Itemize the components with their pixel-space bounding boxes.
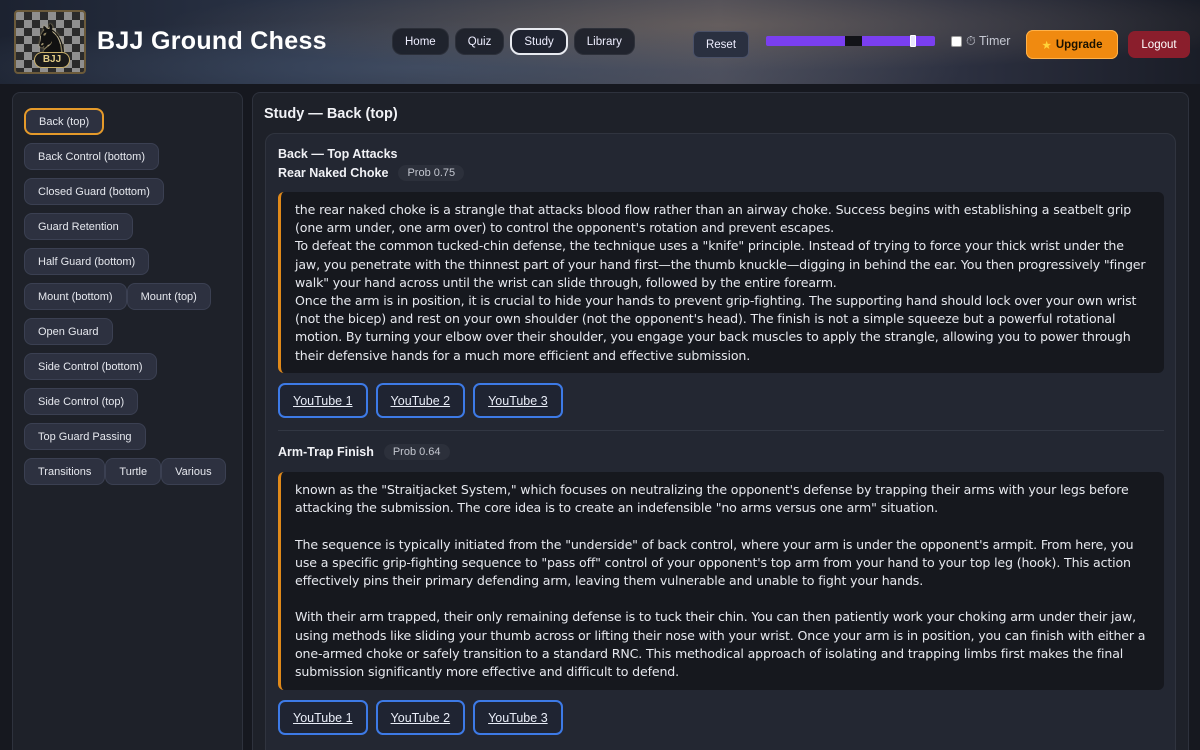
sidebar-item-turtle[interactable]: Turtle [105, 458, 162, 485]
upgrade-label: Upgrade [1055, 38, 1103, 51]
star-icon: ★ [1041, 37, 1052, 52]
reset-button[interactable]: Reset [693, 31, 749, 58]
study-panel: Study — Back (top) Back — Top Attacks Re… [252, 92, 1189, 750]
tab-home[interactable]: Home [392, 28, 449, 55]
app-logo[interactable]: ♞ BJJ [14, 10, 86, 74]
tab-quiz[interactable]: Quiz [454, 28, 505, 55]
youtube-link-2[interactable]: YouTube 2 [375, 383, 466, 418]
probability-badge: Prob 0.75 [398, 165, 465, 181]
app-title: BJJ Ground Chess [97, 27, 327, 55]
sidebar-item-back-top[interactable]: Back (top) [24, 108, 105, 135]
sidebar-item-guard-retention[interactable]: Guard Retention [24, 213, 133, 240]
sidebar-item-side-control-bottom[interactable]: Side Control (bottom) [24, 353, 157, 380]
logout-button[interactable]: Logout [1128, 31, 1190, 58]
video-links: YouTube 1 YouTube 2 YouTube 3 [278, 383, 563, 418]
sidebar-row: Back (top) [24, 108, 242, 135]
main-nav: Home Quiz Study Library [392, 28, 635, 56]
difficulty-slider[interactable] [766, 35, 935, 47]
sidebar-row: Guard Retention [24, 213, 242, 240]
sidebar-row: Mount (bottom) Mount (top) [24, 283, 242, 310]
sidebar-item-back-control-bottom[interactable]: Back Control (bottom) [24, 143, 159, 170]
youtube-link-2[interactable]: YouTube 2 [375, 700, 466, 735]
technique-name: Arm-Trap Finish [278, 445, 374, 459]
technique-header: Arm-Trap Finish Prob 0.64 [278, 444, 450, 460]
sidebar-item-various[interactable]: Various [161, 458, 226, 485]
position-sidebar: Back (top) Back Control (bottom) Closed … [12, 92, 243, 750]
tab-study[interactable]: Study [510, 28, 568, 55]
youtube-link-3[interactable]: YouTube 3 [473, 700, 563, 735]
youtube-link-3[interactable]: YouTube 3 [473, 383, 563, 418]
sidebar-row: Back Control (bottom) [24, 143, 242, 170]
technique-description: the rear naked choke is a strangle that … [278, 192, 1164, 373]
section-title: Back — Top Attacks [278, 147, 398, 161]
sidebar-item-side-control-top[interactable]: Side Control (top) [24, 388, 139, 415]
sidebar-item-half-guard-bottom[interactable]: Half Guard (bottom) [24, 248, 150, 275]
sidebar-row: Side Control (top) [24, 388, 242, 415]
upgrade-button[interactable]: ★ Upgrade [1026, 30, 1118, 59]
timer-label: ⏱ Timer [966, 34, 1011, 48]
youtube-link-1[interactable]: YouTube 1 [278, 700, 368, 735]
sidebar-row: Transitions Turtle Various [24, 458, 242, 485]
technique-name: Rear Naked Choke [278, 166, 389, 180]
probability-badge: Prob 0.64 [383, 444, 450, 460]
app-header: ♞ BJJ BJJ Ground Chess Home Quiz Study L… [0, 0, 1200, 84]
slider-thumb[interactable] [910, 35, 916, 47]
youtube-link-1[interactable]: YouTube 1 [278, 383, 368, 418]
sidebar-item-mount-top[interactable]: Mount (top) [126, 283, 211, 310]
video-links: YouTube 1 YouTube 2 YouTube 3 [278, 700, 563, 735]
sidebar-row: Top Guard Passing [24, 423, 242, 450]
sidebar-item-closed-guard-bottom[interactable]: Closed Guard (bottom) [24, 178, 164, 205]
technique-header: Rear Naked Choke Prob 0.75 [278, 165, 465, 181]
page-title: Study — Back (top) [264, 106, 398, 122]
timer-checkbox[interactable] [951, 36, 962, 47]
technique-card: Back — Top Attacks Rear Naked Choke Prob… [265, 133, 1176, 750]
sidebar-item-mount-bottom[interactable]: Mount (bottom) [24, 283, 127, 310]
timer-toggle[interactable]: ⏱ Timer [951, 34, 1010, 49]
sidebar-row: Half Guard (bottom) [24, 248, 242, 275]
logo-badge: BJJ [34, 52, 70, 68]
sidebar-item-transitions[interactable]: Transitions [24, 458, 106, 485]
sidebar-row: Closed Guard (bottom) [24, 178, 242, 205]
sidebar-item-top-guard-passing[interactable]: Top Guard Passing [24, 423, 146, 450]
sidebar-row: Open Guard [24, 318, 242, 345]
tab-library[interactable]: Library [573, 28, 635, 55]
divider [278, 430, 1164, 431]
sidebar-item-open-guard[interactable]: Open Guard [24, 318, 113, 345]
slider-gap [845, 36, 862, 46]
sidebar-row: Side Control (bottom) [24, 353, 242, 380]
technique-description: known as the "Straitjacket System," whic… [278, 472, 1164, 690]
